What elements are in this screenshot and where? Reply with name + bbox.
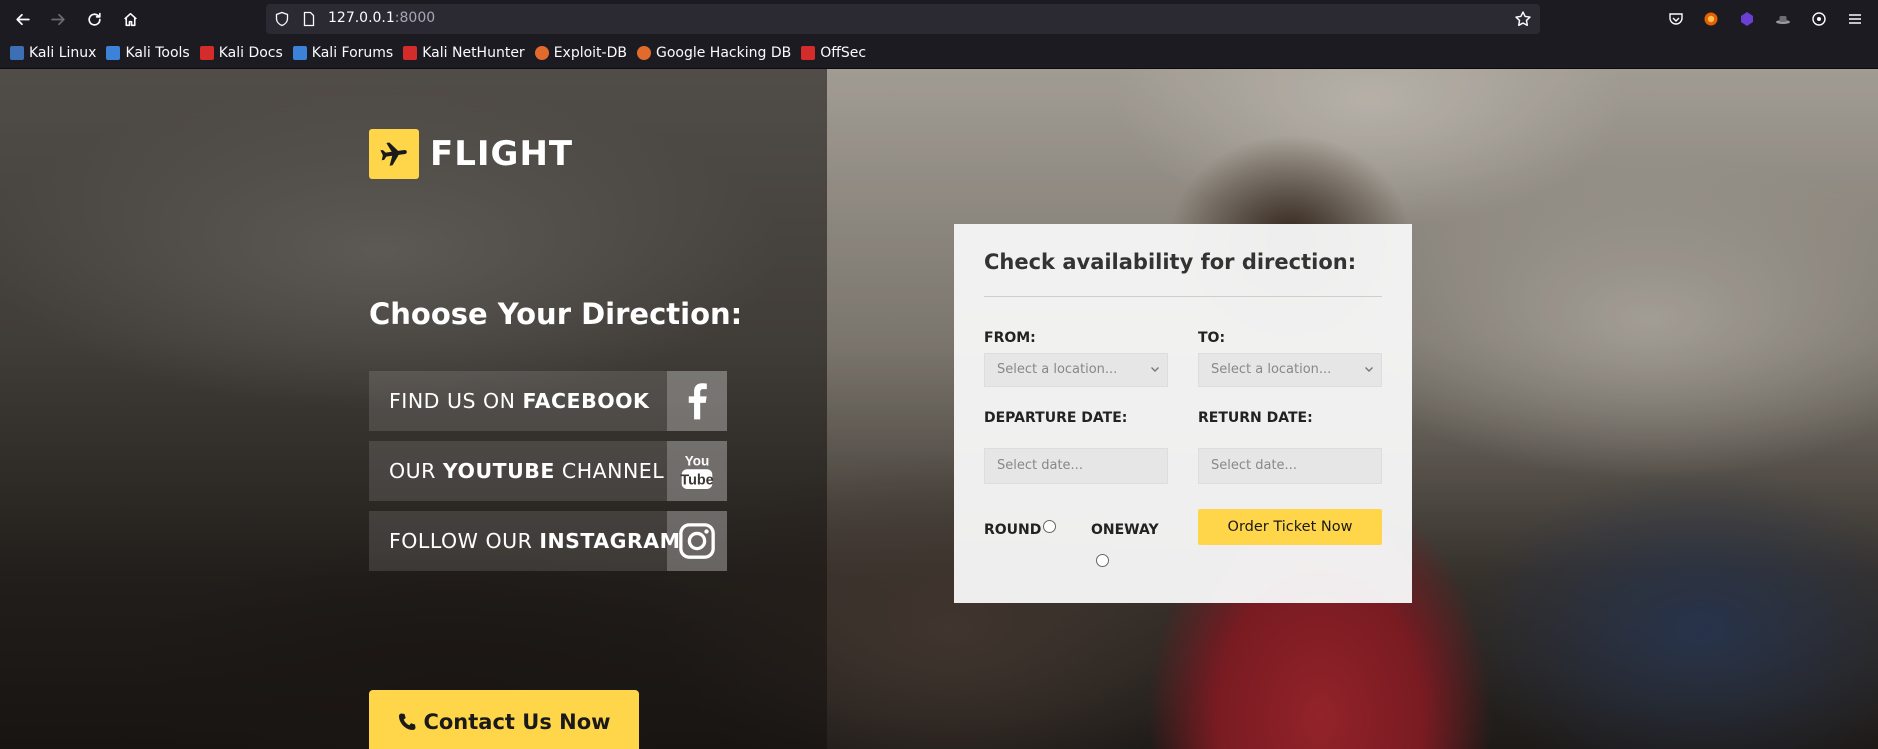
page-viewport: FLIGHT Choose Your Direction: FIND US ON… (0, 69, 1878, 749)
round-label: ROUND (984, 522, 1042, 538)
menu-hamburger-icon[interactable] (1845, 9, 1865, 29)
bookmark-exploit-db[interactable]: Exploit-DB (534, 45, 627, 61)
svg-text:You: You (685, 454, 710, 469)
departure-date-input[interactable]: Select date... (984, 448, 1168, 484)
extensions-puzzle-icon[interactable] (1809, 9, 1829, 29)
url-text[interactable]: 127.0.0.1:8000 (328, 10, 435, 26)
home-icon[interactable] (118, 7, 142, 31)
form-divider (984, 296, 1382, 297)
bookmark-label: Kali Tools (125, 45, 190, 61)
phone-icon (399, 713, 416, 730)
site-logo[interactable]: FLIGHT (369, 129, 573, 179)
from-select[interactable]: Select a location... (984, 353, 1168, 387)
page-info-icon[interactable] (301, 11, 317, 27)
from-select-value: Select a location... (997, 362, 1118, 377)
kali-forums-icon (292, 46, 307, 60)
contact-us-button[interactable]: Contact Us Now (369, 690, 639, 749)
bookmark-label: Kali Forums (311, 45, 394, 61)
url-port: :8000 (394, 10, 436, 26)
svg-text:Tube: Tube (680, 473, 713, 489)
bookmark-label: OffSec (820, 45, 867, 61)
shield-icon[interactable] (274, 11, 290, 27)
return-date-label: RETURN DATE: (1198, 410, 1313, 426)
to-select[interactable]: Select a location... (1198, 353, 1382, 387)
page-title: Choose Your Direction: (369, 297, 743, 331)
order-ticket-button[interactable]: Order Ticket Now (1198, 509, 1382, 545)
logo-text: FLIGHT (430, 134, 574, 174)
reload-icon[interactable] (82, 7, 106, 31)
facebook-icon (667, 371, 727, 431)
contact-us-label: Contact Us Now (423, 710, 611, 734)
youtube-icon: You Tube (667, 441, 727, 501)
youtube-prefix: OUR (389, 459, 443, 483)
facebook-prefix: FIND US ON (389, 389, 523, 413)
kali-tools-icon (106, 46, 121, 60)
oneway-radio[interactable] (1096, 554, 1109, 567)
bookmark-kali-docs[interactable]: Kali Docs (199, 45, 283, 61)
bookmark-kali-tools[interactable]: Kali Tools (106, 45, 190, 61)
bookmark-kali-nethunter[interactable]: Kali NetHunter (403, 45, 525, 61)
instagram-icon (667, 511, 727, 571)
youtube-strong: YOUTUBE (442, 459, 555, 483)
bookmark-label: Exploit-DB (553, 45, 627, 61)
airplane-icon (369, 129, 419, 179)
departure-date-placeholder: Select date... (997, 458, 1083, 473)
exploit-db-icon (534, 46, 549, 60)
bookmark-google-hacking-db[interactable]: Google Hacking DB (636, 45, 792, 61)
instagram-link[interactable]: FOLLOW OUR INSTAGRAM (369, 511, 727, 571)
pocket-icon[interactable] (1666, 9, 1686, 29)
round-radio[interactable] (1043, 520, 1056, 533)
browser-toolbar: 127.0.0.1:8000 (0, 0, 1878, 38)
url-bar[interactable]: 127.0.0.1:8000 (266, 4, 1540, 34)
bookmark-offsec[interactable]: OffSec (801, 45, 866, 61)
chevron-down-icon (1365, 367, 1373, 372)
departure-date-label: DEPARTURE DATE: (984, 410, 1128, 426)
bookmark-label: Kali Docs (218, 45, 283, 61)
bookmark-label: Google Hacking DB (655, 45, 792, 61)
bookmarks-toolbar: Kali Linux Kali Tools Kali Docs Kali For… (0, 38, 1878, 69)
url-host: 127.0.0.1 (328, 10, 395, 26)
offsec-icon (801, 46, 816, 60)
facebook-strong: FACEBOOK (522, 389, 650, 413)
instagram-strong: INSTAGRAM (539, 529, 681, 553)
kali-nethunter-icon (403, 46, 418, 60)
firefox-extension-icon[interactable] (1701, 9, 1721, 29)
oneway-label: ONEWAY (1091, 522, 1159, 538)
facebook-link-label: FIND US ON FACEBOOK (369, 389, 649, 413)
to-select-value: Select a location... (1211, 362, 1332, 377)
facebook-link[interactable]: FIND US ON FACEBOOK (369, 371, 727, 431)
purple-extension-icon[interactable] (1737, 9, 1757, 29)
bookmark-kali-forums[interactable]: Kali Forums (292, 45, 394, 61)
form-title: Check availability for direction: (984, 250, 1357, 274)
order-ticket-label: Order Ticket Now (1227, 519, 1353, 535)
return-date-placeholder: Select date... (1211, 458, 1297, 473)
booking-form: Check availability for direction: FROM: … (954, 224, 1412, 603)
instagram-link-label: FOLLOW OUR INSTAGRAM (369, 529, 681, 553)
bookmark-label: Kali Linux (29, 45, 97, 61)
from-label: FROM: (984, 330, 1036, 346)
kali-linux-icon (10, 46, 24, 60)
hat-extension-icon[interactable] (1773, 9, 1793, 29)
return-date-input[interactable]: Select date... (1198, 448, 1382, 484)
instagram-prefix: FOLLOW OUR (389, 529, 540, 553)
youtube-suffix: CHANNEL (554, 459, 665, 483)
chevron-down-icon (1151, 367, 1159, 372)
youtube-link[interactable]: OUR YOUTUBE CHANNEL You Tube (369, 441, 727, 501)
youtube-link-label: OUR YOUTUBE CHANNEL (369, 459, 664, 483)
to-label: TO: (1198, 330, 1226, 346)
bookmark-kali-linux[interactable]: Kali Linux (10, 45, 96, 61)
back-arrow-icon[interactable] (10, 7, 34, 31)
forward-arrow-icon[interactable] (46, 7, 70, 31)
bookmark-star-icon[interactable] (1514, 10, 1532, 28)
google-hacking-db-icon (636, 46, 651, 60)
bookmark-label: Kali NetHunter (422, 45, 525, 61)
kali-docs-icon (199, 46, 214, 60)
